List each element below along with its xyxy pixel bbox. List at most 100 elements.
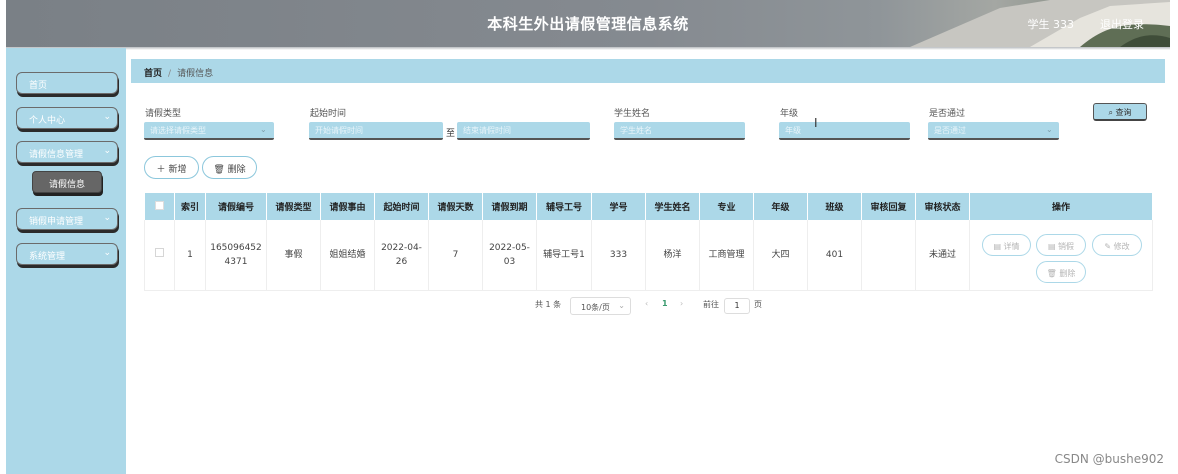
student-name-input[interactable] (614, 122, 745, 140)
cell-index: 1 (174, 220, 206, 291)
col-header: 年级 (753, 193, 808, 220)
cell-grade: 大四 (753, 220, 808, 291)
col-header: 学号 (591, 193, 646, 220)
breadcrumb-home[interactable]: 首页 (144, 69, 162, 79)
col-header: 学生姓名 (645, 193, 700, 220)
grade-input[interactable] (779, 122, 910, 140)
start-date-to-input[interactable] (457, 122, 590, 140)
col-header: 辅导工号 (536, 193, 592, 220)
chevron-down-icon: ⌄ (103, 112, 111, 122)
cell-start: 2022-04-26 (374, 220, 429, 291)
row-delete-button-label: 删除 (1059, 269, 1076, 278)
delete-button-label: 删除 (227, 165, 246, 175)
sidebar-subitem-leave-info[interactable]: 请假信息 (32, 171, 102, 193)
row-checkbox[interactable] (155, 247, 164, 257)
page-size-value: 10条/页 (581, 303, 610, 312)
col-header: 请假天数 (428, 193, 483, 220)
sidebar-item-home[interactable]: 首页 (16, 72, 118, 94)
cell-counselor-no: 辅导工号1 (536, 220, 592, 291)
sidebar-item-label: 请假信息管理 (29, 150, 84, 160)
cell-status: 未通过 (915, 220, 970, 291)
bulk-delete-button[interactable]: 🗑 删除 (202, 156, 257, 179)
leave-table: 索引 请假编号 请假类型 请假事由 起始时间 请假天数 请假到期 辅导工号 学号… (144, 193, 1153, 291)
leave-type-label: 请假类型 (145, 109, 182, 119)
cell-due: 2022-05-03 (482, 220, 537, 291)
col-header: 起始时间 (374, 193, 429, 220)
document-icon: ▤ (1047, 242, 1056, 251)
cell-student-no: 333 (591, 220, 646, 291)
col-header: 班级 (807, 193, 862, 220)
col-header: 请假事由 (320, 193, 375, 220)
col-header: 审核回复 (861, 193, 916, 220)
approved-label: 是否通过 (929, 109, 966, 119)
student-name-label: 学生姓名 (614, 109, 651, 119)
document-icon: ▤ (993, 242, 1001, 251)
cell-reply (861, 220, 916, 291)
search-button-label: 查询 (1115, 108, 1132, 117)
watermark: CSDN @bushe902 (1054, 452, 1164, 466)
plus-icon: ＋ (156, 165, 166, 175)
sidebar-item-leave-management[interactable]: 请假信息管理 ⌄ (16, 141, 118, 163)
next-page-icon[interactable]: › (680, 299, 683, 308)
chevron-down-icon: ⌄ (260, 125, 267, 134)
start-time-label: 起始时间 (310, 109, 347, 119)
sidebar-item-cancel-leave-management[interactable]: 销假申请管理 ⌄ (16, 208, 118, 230)
sidebar-item-personal-center[interactable]: 个人中心 ⌄ (16, 107, 118, 129)
current-user: 学生 333 (1027, 18, 1075, 31)
col-header: 操作 (969, 193, 1153, 220)
add-button[interactable]: ＋ 新增 (144, 156, 199, 179)
leave-type-select[interactable] (144, 122, 274, 140)
sidebar-item-label: 个人中心 (29, 116, 66, 126)
cell-student-name: 杨洋 (645, 220, 700, 291)
start-date-from-input[interactable] (309, 122, 443, 140)
chevron-down-icon: ⌄ (1046, 125, 1053, 134)
add-button-label: 新增 (168, 165, 187, 175)
col-header: 请假类型 (266, 193, 321, 220)
sidebar-item-system-management[interactable]: 系统管理 ⌄ (16, 243, 118, 265)
prev-page-icon[interactable]: ‹ (645, 299, 648, 308)
trash-icon: 🗑 (1046, 269, 1057, 278)
sidebar: 首页 个人中心 ⌄ 请假信息管理 ⌄ 请假信息 销假申请管理 ⌄ 系统管理 ⌄ (6, 48, 126, 474)
breadcrumb-current: 请假信息 (177, 69, 214, 79)
logout-link[interactable]: 退出登录 (1100, 16, 1144, 32)
page-unit-label: 页 (754, 300, 762, 309)
select-all-checkbox-cell[interactable] (144, 193, 175, 220)
text-cursor-icon: I (814, 116, 818, 130)
chevron-down-icon: ⌄ (103, 248, 111, 258)
trash-icon: 🗑 (213, 165, 225, 175)
col-header: 请假到期 (482, 193, 537, 220)
col-header: 请假编号 (205, 193, 267, 220)
cell-days: 7 (428, 220, 483, 291)
cell-leave-no: 1650964524371 (205, 220, 267, 291)
cancel-leave-button-label: 销假 (1058, 242, 1075, 251)
edit-button-label: 修改 (1113, 242, 1130, 251)
search-button[interactable]: ⌕ 查询 (1093, 103, 1147, 121)
date-range-separator: 至 (446, 129, 456, 139)
breadcrumb: 首页 / 请假信息 (131, 59, 1165, 83)
app-header: 本科生外出请假管理信息系统 学生 333 退出登录 (6, 0, 1170, 47)
header-divider (6, 47, 1170, 50)
col-header: 专业 (699, 193, 754, 220)
sidebar-item-label: 首页 (29, 81, 48, 91)
goto-page-input[interactable]: 1 (724, 298, 750, 314)
edit-button[interactable]: ✎ 修改 (1092, 234, 1142, 256)
page-size-select[interactable]: 10条/页 ⌄ (570, 297, 631, 315)
page-title: 本科生外出请假管理信息系统 (487, 15, 689, 33)
chevron-down-icon: ⌄ (103, 213, 111, 223)
select-all-checkbox[interactable] (154, 200, 164, 210)
cell-class: 401 (807, 220, 862, 291)
cell-major: 工商管理 (699, 220, 754, 291)
sidebar-item-label: 系统管理 (29, 252, 66, 262)
table-row: 1 1650964524371 事假 姐姐结婚 2022-04-26 7 202… (144, 220, 1153, 291)
detail-button[interactable]: ▤ 详情 (982, 234, 1031, 256)
current-page-number[interactable]: 1 (662, 299, 668, 308)
approved-select[interactable] (928, 122, 1059, 140)
row-delete-button[interactable]: 🗑 删除 (1036, 261, 1086, 283)
cancel-leave-button[interactable]: ▤ 销假 (1036, 234, 1086, 256)
cell-reason: 姐姐结婚 (320, 220, 375, 291)
sidebar-item-label: 请假信息 (48, 180, 85, 190)
grade-label: 年级 (780, 109, 799, 119)
row-checkbox-cell[interactable] (144, 220, 175, 291)
chevron-down-icon: ⌄ (618, 301, 625, 310)
chevron-down-icon: ⌄ (103, 146, 111, 156)
